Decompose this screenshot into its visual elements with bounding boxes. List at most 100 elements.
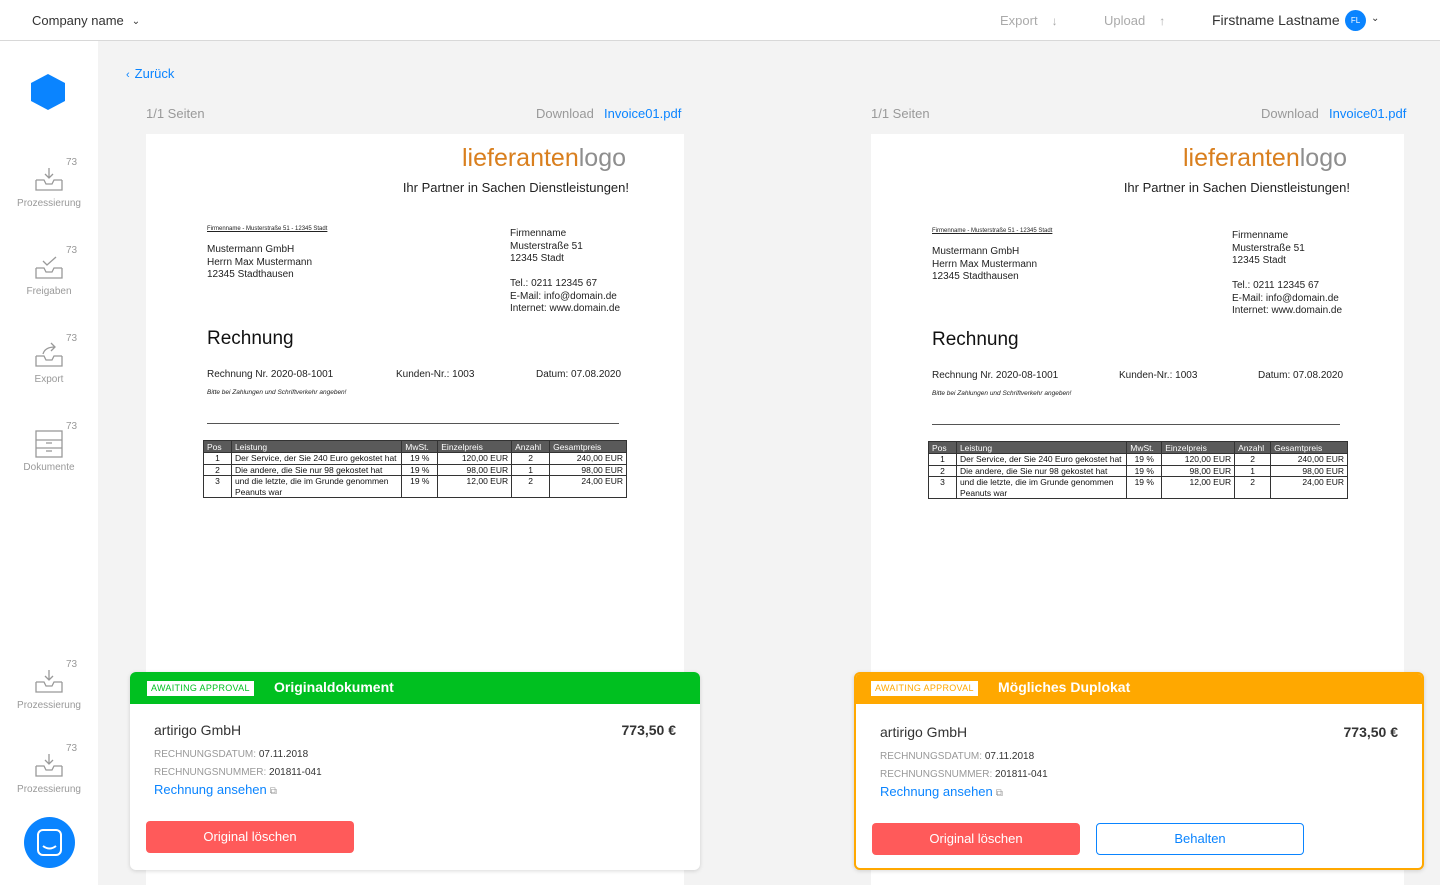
company-selector[interactable]: Company name ⌄ [32,13,140,28]
count-badge: 73 [66,157,78,168]
vendor-name: artirigo GmbH [154,722,242,738]
card-header: AWAITING APPROVAL Mögliches Duplokat [856,674,1422,704]
customer-number: Kunden-Nr.: 1003 [396,369,475,380]
app-logo-icon[interactable] [31,74,65,110]
page-count: 1/1 Seiten [146,106,205,121]
sidebar-item-dokumente[interactable]: 73 Dokumente [0,414,98,484]
download-label: Download [1261,106,1319,121]
sender-line: Firmenname - Musterstraße 51 - 12345 Sta… [207,226,328,232]
export-label: Export [1000,13,1038,28]
firm-contact: Tel.: 0211 12345 67 E-Mail: info@domain.d… [1232,280,1343,316]
invoice-number-field: RECHNUNGSNUMMER: 201811-041 [880,769,1048,780]
download-file-link[interactable]: Invoice01.pdf [604,106,681,121]
inbox-tray-icon [35,670,63,693]
invoice-date: Datum: 07.08.2020 [1258,370,1344,381]
table-row: 2 Die andere, die Sie nur 98 gekostet hat… [203,463,627,476]
chevron-down-icon[interactable]: ⌄ [1371,13,1379,24]
possible-duplicate-card: AWAITING APPROVAL Mögliches Duplokat art… [854,672,1424,870]
count-badge: 73 [66,421,78,432]
inbox-tray-icon [35,754,63,777]
table-header-row: Pos Leistung MwSt. Einzelpreis Anzahl Gesamtp… [928,441,1348,454]
sidebar-item-prozessierung[interactable]: 73 Prozessierung [0,150,98,220]
export-tray-icon [35,342,63,367]
external-link-icon: ⧉ [995,788,1003,799]
sidebar-item-label: Prozessierung [17,784,81,795]
page-count: 1/1 Seiten [871,106,930,121]
invoice-title: Rechnung [932,329,1019,350]
sender-line: Firmenname - Musterstraße 51 - 12345 Sta… [932,228,1053,234]
sidebar-item-export[interactable]: 73 Export [0,326,98,396]
invoice-table: Pos Leistung MwSt. Einzelpreis Anzahl Gesamtp… [203,440,627,498]
invoice-amount: 773,50 € [1343,724,1399,740]
original-document-card: AWAITING APPROVAL Originaldokument artir… [130,672,700,870]
chat-button[interactable] [24,817,75,868]
user-name[interactable]: Firstname Lastname [1212,12,1340,28]
count-badge: 73 [66,333,78,344]
status-badge: AWAITING APPROVAL [147,681,254,696]
invoice-title: Rechnung [207,328,294,349]
arrow-up-icon: ↑ [1159,14,1166,28]
invoice-tagline: Ihr Partner in Sachen Dienstleistungen! [1123,180,1350,195]
supplier-logo: lieferantenlogo [1182,144,1347,172]
chevron-down-icon: ⌄ [131,16,141,27]
invoice-number-field: RECHNUNGSNUMMER: 201811-041 [154,767,322,778]
sidebar: 73 Prozessierung 73 Freigaben 73 Export … [0,41,98,885]
customer-number: Kunden-Nr.: 1003 [1119,370,1198,381]
table-header-row: Pos Leistung MwSt. Einzelpreis Anzahl Gesamtp… [203,440,627,453]
firm-address: Firmenname Musterstraße 51 12345 Stadt [1232,230,1305,266]
export-button[interactable]: Export ↓ [1000,13,1058,28]
status-badge: AWAITING APPROVAL [871,681,978,696]
firm-address: Firmenname Musterstraße 51 12345 Stadt [510,228,583,264]
sidebar-item-label: Freigaben [26,286,72,297]
company-name: Company name [32,13,124,28]
external-link-icon: ⧉ [269,786,277,797]
view-invoice-link[interactable]: Rechnung ansehen ⧉ [154,782,277,797]
sidebar-item-freigaben[interactable]: 73 Freigaben [0,238,98,308]
divider [932,424,1340,425]
inbox-tray-icon [35,168,63,191]
sidebar-item-label: Export [34,374,64,385]
invoice-note: Bitte bei Zahlungen und Schriftverkehr a… [207,389,347,396]
invoice-table: Pos Leistung MwSt. Einzelpreis Anzahl Gesamtp… [928,441,1348,499]
chevron-left-icon: ‹ [126,69,130,81]
invoice-note: Bitte bei Zahlungen und Schriftverkehr a… [932,390,1072,397]
recipient-address: Mustermann GmbH Herrn Max Mustermann 12345… [207,244,313,280]
count-badge: 73 [66,659,78,670]
back-link[interactable]: ‹ Zurück [126,66,174,81]
invoice-date: Datum: 07.08.2020 [536,369,622,380]
chat-icon [37,829,62,856]
invoice-date-field: RECHNUNGSDATUM: 07.11.2018 [880,751,1035,762]
invoice-amount: 773,50 € [621,722,677,738]
download-label: Download [536,106,594,121]
table-row: 1 Der Service, der Sie 240 Euro gekostet … [203,452,627,465]
invoice-tagline: Ihr Partner in Sachen Dienstleistungen! [402,180,629,195]
view-invoice-link[interactable]: Rechnung ansehen ⧉ [880,784,1003,799]
sidebar-item-prozessierung[interactable]: 73 Prozessierung [0,652,98,722]
download-file-link[interactable]: Invoice01.pdf [1329,106,1406,121]
recipient-address: Mustermann GmbH Herrn Max Mustermann 12345… [932,246,1038,282]
delete-original-button[interactable]: Original löschen [146,821,354,853]
table-row: 1 Der Service, der Sie 240 Euro gekostet … [928,453,1348,466]
file-cabinet-icon [35,430,63,458]
delete-original-button[interactable]: Original löschen [872,823,1080,855]
invoice-number: Rechnung Nr. 2020-08-1001 [932,370,1059,381]
arrow-down-icon: ↓ [1051,14,1058,28]
table-row: 3 und die letzte, die im Grunde genommen … [203,475,627,498]
avatar[interactable]: FL [1345,10,1366,31]
table-row: 3 und die letzte, die im Grunde genommen … [928,476,1348,499]
firm-contact: Tel.: 0211 12345 67 E-Mail: info@domain.d… [510,278,621,314]
supplier-logo: lieferantenlogo [461,144,626,172]
invoice-date-field: RECHNUNGSDATUM: 07.11.2018 [154,749,309,760]
sidebar-item-label: Prozessierung [17,198,81,209]
upload-button[interactable]: Upload ↑ [1104,13,1165,28]
keep-button[interactable]: Behalten [1096,823,1304,855]
divider [207,423,619,424]
invoice-number: Rechnung Nr. 2020-08-1001 [207,369,334,380]
sidebar-item-prozessierung[interactable]: 73 Prozessierung [0,736,98,806]
card-title: Mögliches Duplokat [998,679,1131,695]
count-badge: 73 [66,743,78,754]
card-title: Originaldokument [274,679,394,695]
top-bar: Company name ⌄ Export ↓ Upload ↑ Firstname … [0,0,1440,41]
sidebar-item-label: Dokumente [23,462,75,473]
inbox-check-icon [35,256,63,279]
